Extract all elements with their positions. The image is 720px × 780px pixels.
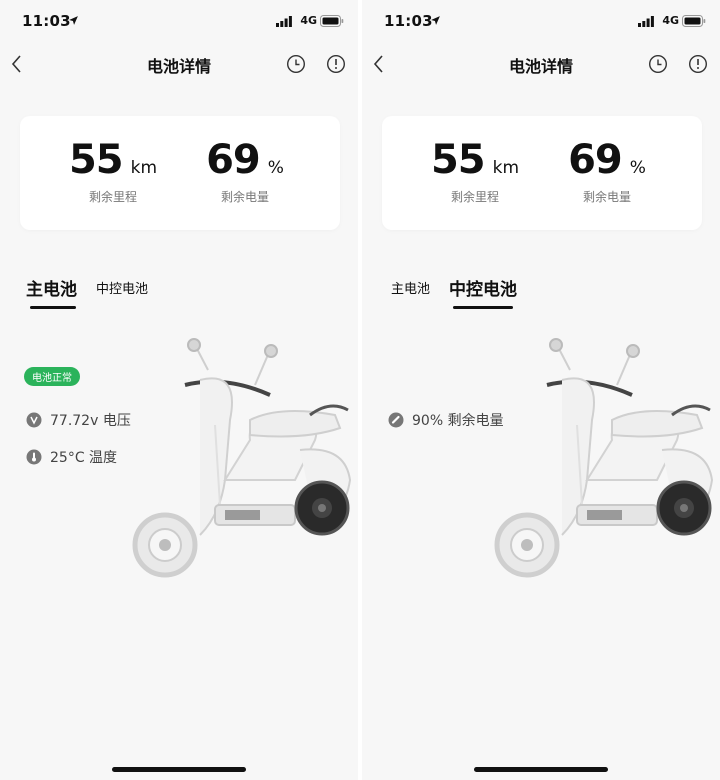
tab-main-battery[interactable]: 主电池 — [26, 275, 77, 300]
tab-main-battery[interactable]: 主电池 — [391, 278, 430, 297]
network-type: 4G — [300, 14, 317, 27]
status-badge: 电池正常 — [24, 367, 80, 386]
soc-unit: % — [629, 158, 646, 178]
remaining-range: 55 km 剩余里程 — [48, 138, 178, 205]
home-indicator — [474, 767, 608, 772]
remaining-charge: 69% 剩余电量 — [542, 138, 672, 205]
info-icon[interactable] — [326, 54, 346, 74]
battery-status-icon — [320, 15, 344, 27]
tab-underline — [30, 306, 76, 309]
nav-bar: 电池详情 — [362, 48, 720, 80]
remaining-charge-text: 90% 剩余电量 — [412, 413, 504, 429]
voltage-text: 77.72v 电压 — [50, 413, 131, 429]
tab-underline — [453, 306, 513, 309]
remaining-charge: 69% 剩余电量 — [180, 138, 310, 205]
nav-bar: 电池详情 — [0, 48, 358, 80]
soc-label: 剩余电量 — [582, 190, 631, 204]
range-value: 55 — [430, 137, 486, 183]
remaining-range: 55 km 剩余里程 — [410, 138, 540, 205]
tab-control-battery[interactable]: 中控电池 — [449, 275, 517, 300]
signal-icon — [638, 16, 654, 27]
location-arrow-icon — [69, 16, 78, 25]
summary-card: 55 km 剩余里程 69% 剩余电量 — [382, 116, 702, 230]
range-label: 剩余里程 — [450, 190, 499, 204]
status-time: 11:03 — [22, 12, 71, 30]
screen-control-battery: 11:03 4G 电池详情 55 km 剩余里程 69% 剩余电量 主电池 中控电… — [362, 0, 720, 780]
soc-unit: % — [267, 158, 284, 178]
scooter-image — [132, 338, 352, 578]
battery-tabs: 主电池 中控电池 — [0, 268, 358, 318]
status-time: 11:03 — [384, 12, 433, 30]
history-clock-icon[interactable] — [286, 54, 306, 74]
network-type: 4G — [662, 14, 679, 27]
soc-value: 69 — [568, 137, 623, 183]
soc-value: 69 — [206, 137, 261, 183]
signal-icon — [276, 16, 292, 27]
range-unit: km — [130, 158, 158, 178]
location-arrow-icon — [431, 16, 440, 25]
info-icon[interactable] — [688, 54, 708, 74]
thermometer-icon — [26, 449, 42, 465]
range-label: 剩余里程 — [88, 190, 137, 204]
battery-tabs: 主电池 中控电池 — [362, 268, 720, 318]
tab-control-battery[interactable]: 中控电池 — [96, 278, 148, 297]
history-clock-icon[interactable] — [648, 54, 668, 74]
voltage-icon — [26, 412, 42, 428]
battery-status-icon — [682, 15, 706, 27]
summary-card: 55 km 剩余里程 69% 剩余电量 — [20, 116, 340, 230]
link-icon — [388, 412, 404, 428]
screen-main-battery: 11:03 4G 电池详情 55 km 剩余里程 69% 剩余电量 主电池 中控电… — [0, 0, 358, 780]
home-indicator — [112, 767, 246, 772]
range-unit: km — [492, 158, 520, 178]
range-value: 55 — [68, 137, 124, 183]
status-bar: 11:03 4G — [0, 12, 358, 34]
soc-label: 剩余电量 — [220, 190, 269, 204]
temperature-text: 25°C 温度 — [50, 450, 118, 466]
scooter-image — [494, 338, 714, 578]
status-bar: 11:03 4G — [362, 12, 720, 34]
